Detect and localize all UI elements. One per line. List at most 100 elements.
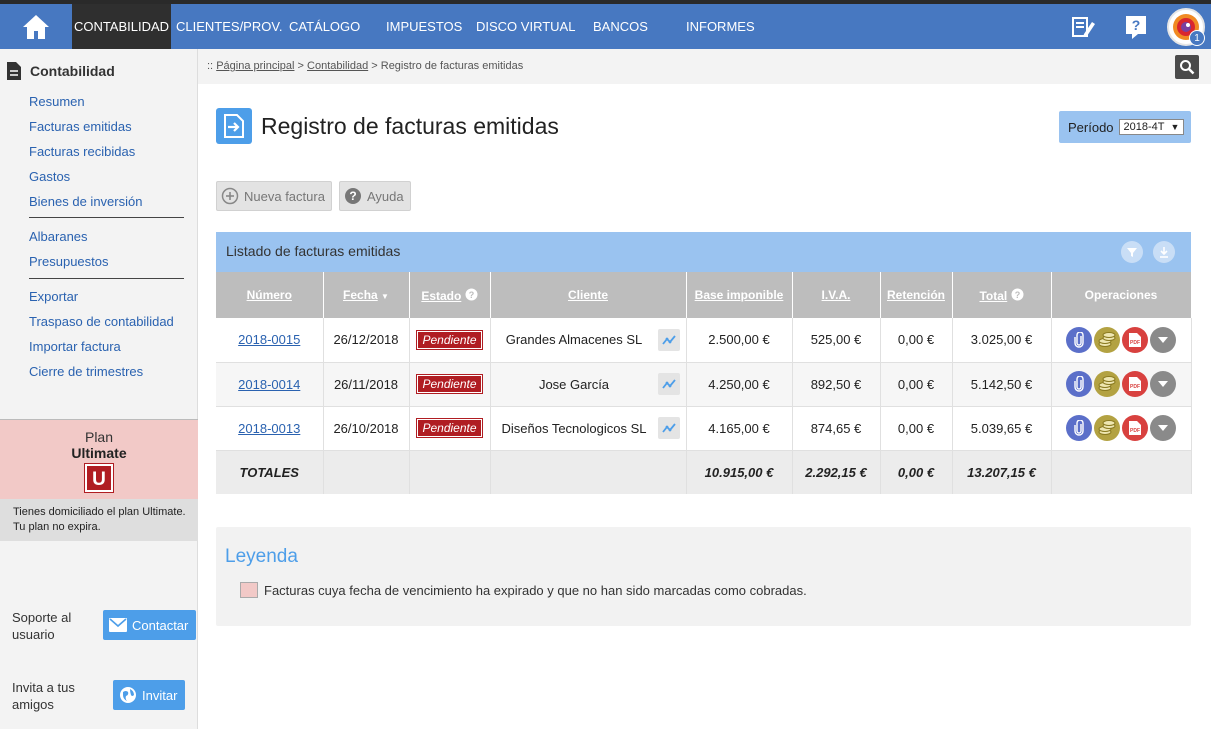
col-retencion-label: Retención <box>886 288 945 302</box>
cell-retencion: 0,00 € <box>880 362 953 407</box>
sidebar-item-importar-factura[interactable]: Importar factura <box>29 339 121 354</box>
cell-iva: 874,65 € <box>792 406 881 451</box>
plan-label: Plan <box>84 429 114 445</box>
periodo-select[interactable]: 2018-4T ▼ <box>1118 119 1185 135</box>
empty-cell <box>409 450 491 494</box>
notes-button[interactable] <box>1066 10 1100 44</box>
help-icon: ? <box>1126 16 1146 39</box>
sidebar-item-gastos[interactable]: Gastos <box>29 169 70 184</box>
nav-impuestos[interactable]: IMPUESTOS <box>386 4 462 49</box>
attach-button[interactable] <box>1066 415 1092 441</box>
pdf-button[interactable]: PDF <box>1122 415 1148 441</box>
col-base-label: Base imponible <box>694 288 784 302</box>
help-circle-icon: ? <box>465 288 478 300</box>
help-circle-icon: ? <box>1011 288 1024 300</box>
nav-informes[interactable]: INFORMES <box>686 4 755 49</box>
nav-catalogo[interactable]: CATÁLOGO <box>289 4 360 49</box>
home-button[interactable] <box>0 4 72 49</box>
pdf-button[interactable]: PDF <box>1122 371 1148 397</box>
col-retencion[interactable]: Retención <box>880 272 953 318</box>
payment-button[interactable] <box>1094 371 1120 397</box>
coins-icon <box>1098 331 1116 347</box>
periodo-value: 2018-4T <box>1123 121 1165 133</box>
more-options-button[interactable] <box>1150 415 1176 441</box>
contact-button[interactable]: Contactar <box>103 610 197 640</box>
col-base[interactable]: Base imponible <box>686 272 793 318</box>
search-button[interactable] <box>1175 55 1199 79</box>
add-circle-icon <box>221 187 239 205</box>
table-row: 2018-0014 26/11/2018 Pendiente Jose Garc… <box>216 362 1192 407</box>
download-button[interactable] <box>1153 241 1175 263</box>
legend-swatch <box>240 582 258 598</box>
help-button[interactable]: ? Ayuda <box>339 181 411 211</box>
payment-button[interactable] <box>1094 326 1120 353</box>
col-total[interactable]: Total ? <box>952 272 1052 318</box>
user-avatar[interactable]: 1 <box>1167 8 1205 46</box>
sidebar-item-bienes-inversion[interactable]: Bienes de inversión <box>29 194 142 209</box>
filter-icon <box>1127 248 1137 257</box>
pdf-button[interactable]: PDF <box>1122 326 1148 353</box>
attach-button[interactable] <box>1066 326 1092 353</box>
col-fecha-label: Fecha <box>343 288 378 302</box>
more-options-button[interactable] <box>1150 371 1176 397</box>
nav-contabilidad[interactable]: CONTABILIDAD <box>72 4 171 49</box>
sidebar-item-cierre-trimestres[interactable]: Cierre de trimestres <box>29 364 143 379</box>
plan-name: Ultimate <box>71 445 127 461</box>
more-options-button[interactable] <box>1150 326 1176 353</box>
sidebar-item-facturas-emitidas[interactable]: Facturas emitidas <box>29 119 132 134</box>
nav-bancos[interactable]: BANCOS <box>593 4 648 49</box>
help-top-button[interactable]: ? <box>1119 10 1153 44</box>
main-panel: Registro de facturas emitidas Período 20… <box>198 84 1211 729</box>
status-badge: Pendiente <box>416 329 483 350</box>
chevron-down-icon <box>1158 425 1168 431</box>
page-title: Registro de facturas emitidas <box>261 113 559 139</box>
sidebar-item-traspaso[interactable]: Traspaso de contabilidad <box>29 314 174 329</box>
invoice-number-link[interactable]: 2018-0013 <box>238 421 300 436</box>
cell-total: 5.142,50 € <box>952 362 1052 407</box>
sidebar-separator <box>29 217 184 218</box>
col-numero[interactable]: Número <box>216 272 324 318</box>
periodo-box: Período 2018-4T ▼ <box>1059 111 1191 143</box>
sidebar-item-albaranes[interactable]: Albaranes <box>29 229 88 244</box>
sidebar-item-presupuestos[interactable]: Presupuestos <box>29 254 109 269</box>
payment-button[interactable] <box>1094 415 1120 441</box>
col-estado[interactable]: Estado ? <box>409 272 491 318</box>
sidebar-item-facturas-recibidas[interactable]: Facturas recibidas <box>29 144 135 159</box>
sidebar-item-resumen[interactable]: Resumen <box>29 94 85 109</box>
attach-button[interactable] <box>1066 371 1092 397</box>
totals-retencion: 0,00 € <box>880 450 953 494</box>
breadcrumb-contabilidad-link[interactable]: Contabilidad <box>307 60 368 72</box>
col-cliente[interactable]: Cliente <box>490 272 687 318</box>
pdf-icon: PDF <box>1129 377 1141 391</box>
filter-button[interactable] <box>1121 241 1143 263</box>
col-iva[interactable]: I.V.A. <box>792 272 881 318</box>
invite-button-label: Invitar <box>142 687 178 703</box>
invite-button[interactable]: Invitar <box>113 680 186 710</box>
coins-icon <box>1098 376 1116 391</box>
legend-text: Facturas cuya fecha de vencimiento ha ex… <box>264 583 807 598</box>
col-fecha[interactable]: Fecha ▼ <box>323 272 410 318</box>
svg-text:PDF: PDF <box>1130 384 1140 390</box>
new-invoice-button[interactable]: Nueva factura <box>216 181 332 211</box>
search-icon <box>1180 60 1195 75</box>
cell-numero: 2018-0014 <box>216 362 324 407</box>
globe-icon <box>120 687 136 703</box>
nav-disco-virtual[interactable]: DISCO VIRTUAL <box>476 4 575 49</box>
breadcrumb-home-link[interactable]: Página principal <box>216 60 294 72</box>
client-chart-button[interactable] <box>657 417 680 439</box>
breadcrumb-current: Registro de facturas emitidas <box>380 60 524 72</box>
col-numero-label: Número <box>246 288 292 302</box>
invoice-number-link[interactable]: 2018-0015 <box>238 332 300 347</box>
new-invoice-label: Nueva factura <box>244 188 325 204</box>
invoice-number-link[interactable]: 2018-0014 <box>238 377 300 392</box>
nav-clientes[interactable]: CLIENTES/PROV. <box>176 4 282 49</box>
client-chart-button[interactable] <box>657 328 680 351</box>
cell-estado: Pendiente <box>409 362 491 407</box>
sidebar-item-exportar[interactable]: Exportar <box>29 289 78 304</box>
title-icon-box <box>216 108 252 144</box>
svg-text:?: ? <box>1132 17 1141 33</box>
svg-text:?: ? <box>349 189 356 203</box>
client-chart-button[interactable] <box>657 373 680 395</box>
invite-label: Invita a tus amigos <box>12 679 75 713</box>
help-button-label: Ayuda <box>367 188 404 204</box>
